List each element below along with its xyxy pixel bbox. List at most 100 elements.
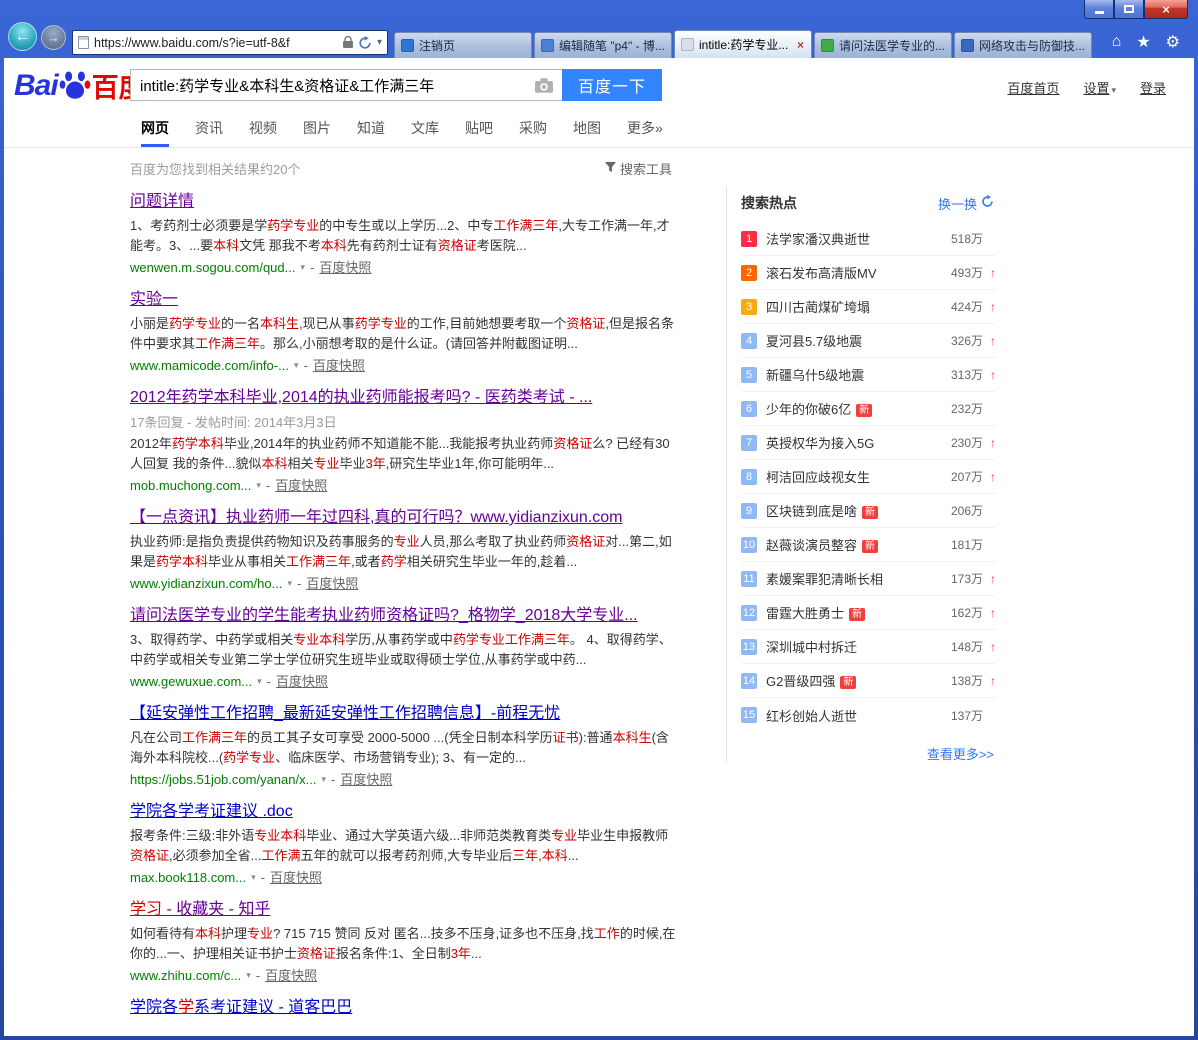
gear-icon[interactable]: ⚙: [1166, 32, 1180, 52]
serp-nav-item[interactable]: 视频: [249, 118, 277, 147]
refresh-icon[interactable]: [358, 35, 372, 50]
hot-search-item[interactable]: 10 赵薇谈演员整容新 181万: [741, 528, 996, 562]
url-dropdown-icon[interactable]: ▾: [256, 477, 261, 494]
forward-arrow-icon: →: [47, 30, 60, 45]
hot-search-label[interactable]: 夏河县5.7级地震: [766, 331, 941, 350]
hot-search-item[interactable]: 3 四川古蔺煤矿垮塌 424万 ↑: [741, 290, 996, 324]
result-title-link[interactable]: 实验一: [130, 289, 676, 310]
forward-button[interactable]: →: [41, 25, 66, 50]
baidu-logo[interactable]: Bai 百度: [14, 66, 146, 105]
hot-search-label[interactable]: G2晋级四强新: [766, 671, 941, 690]
address-bar[interactable]: https://www.baidu.com/s?ie=utf-8&f ▾: [72, 30, 388, 55]
hot-search-item[interactable]: 14 G2晋级四强新 138万 ↑: [741, 664, 996, 698]
snapshot-link[interactable]: 百度快照: [276, 673, 328, 690]
hot-search-count: 326万: [950, 334, 983, 348]
link-baidu-home[interactable]: 百度首页: [1007, 78, 1059, 97]
snapshot-link[interactable]: 百度快照: [265, 967, 317, 984]
view-more-link[interactable]: 查看更多>>: [741, 732, 996, 763]
hot-search-item[interactable]: 7 英授权华为接入5G 230万 ↑: [741, 426, 996, 460]
serp-nav-item[interactable]: 网页: [141, 118, 169, 147]
serp-nav-item[interactable]: 采购: [519, 118, 547, 147]
hot-search-label[interactable]: 区块链到底是啥新: [766, 501, 941, 520]
snapshot-link[interactable]: 百度快照: [340, 771, 392, 788]
url-dropdown-icon[interactable]: ▾: [294, 357, 299, 374]
window-minimize-button[interactable]: [1084, 0, 1114, 19]
header-links: 百度首页 设置 ▾ 登录: [1007, 78, 1166, 97]
address-dropdown-icon[interactable]: ▾: [377, 37, 382, 48]
home-icon[interactable]: ⌂: [1112, 33, 1122, 51]
hot-search-label[interactable]: 四川古蔺煤矿垮塌: [766, 297, 941, 316]
url-dropdown-icon[interactable]: ▾: [246, 967, 251, 984]
hot-refresh-button[interactable]: 换一换: [938, 194, 994, 213]
url-dropdown-icon[interactable]: ▾: [251, 869, 256, 886]
browser-tab[interactable]: 网络攻击与防御技...: [954, 32, 1092, 58]
hot-search-item[interactable]: 5 新疆乌什5级地震 313万 ↑: [741, 358, 996, 392]
result-title-link[interactable]: 【延安弹性工作招聘_最新延安弹性工作招聘信息】-前程无忧: [130, 703, 676, 724]
baidu-header: Bai 百度 intitle:药学专业&本科生&资格证&工作满三年 百度一下 百…: [4, 58, 1194, 112]
hot-search-label[interactable]: 深圳城中村拆迁: [766, 637, 941, 656]
url-dropdown-icon[interactable]: ▾: [287, 575, 292, 592]
search-button[interactable]: 百度一下: [562, 69, 662, 101]
hot-search-title: 搜索热点: [741, 195, 797, 211]
hot-search-item[interactable]: 4 夏河县5.7级地震 326万 ↑: [741, 324, 996, 358]
snapshot-link[interactable]: 百度快照: [270, 869, 322, 886]
result-title-link[interactable]: 请问法医学专业的学生能考执业药师资格证吗?_格物学_2018大学专业...: [130, 605, 676, 626]
tab-close-icon[interactable]: ×: [796, 38, 805, 52]
result-title-link[interactable]: 学院各学系考证建议 - 道客巴巴: [130, 997, 676, 1018]
serp-nav-item[interactable]: 资讯: [195, 118, 223, 147]
hot-search-item[interactable]: 9 区块链到底是啥新 206万: [741, 494, 996, 528]
hot-search-item[interactable]: 12 雷霆大胜勇士新 162万 ↑: [741, 596, 996, 630]
serp-nav-item[interactable]: 知道: [357, 118, 385, 147]
serp-nav-item[interactable]: 图片: [303, 118, 331, 147]
result-title-link[interactable]: 问题详情: [130, 191, 676, 212]
hot-search-item[interactable]: 8 柯洁回应歧视女生 207万 ↑: [741, 460, 996, 494]
search-input[interactable]: [130, 69, 562, 101]
hot-search-label[interactable]: 新疆乌什5级地震: [766, 365, 941, 384]
hot-search-item[interactable]: 13 深圳城中村拆迁 148万 ↑: [741, 630, 996, 664]
hot-search-label[interactable]: 法学家潘汉典逝世: [766, 229, 941, 248]
hot-search-label[interactable]: 柯洁回应歧视女生: [766, 467, 941, 486]
favorites-star-icon[interactable]: ★: [1136, 32, 1150, 52]
back-button[interactable]: ←: [8, 22, 37, 51]
search-tools-button[interactable]: 搜索工具: [604, 159, 672, 178]
hot-search-item[interactable]: 1 法学家潘汉典逝世 518万: [741, 222, 996, 256]
browser-tab[interactable]: intitle:药学专业... ×: [674, 30, 812, 58]
url-dropdown-icon[interactable]: ▾: [300, 259, 305, 276]
hot-search-item[interactable]: 2 滚石发布高清版MV 493万 ↑: [741, 256, 996, 290]
browser-tab[interactable]: 请问法医学专业的...: [814, 32, 952, 58]
window-close-button[interactable]: ×: [1144, 0, 1188, 19]
result-title-link[interactable]: 【一点资讯】执业药师一年过四科,真的可行吗？www.yidianzixun.co…: [130, 507, 676, 528]
hot-search-label[interactable]: 少年的你破6亿新: [766, 399, 941, 418]
serp-nav-item[interactable]: 地图: [573, 118, 601, 147]
link-login[interactable]: 登录: [1140, 78, 1166, 97]
browser-tab[interactable]: 编辑随笔 "p4" - 博...: [534, 32, 672, 58]
snapshot-link[interactable]: 百度快照: [275, 477, 327, 494]
camera-icon[interactable]: [535, 78, 553, 96]
result-url: max.book118.com...: [130, 870, 247, 885]
url-dropdown-icon[interactable]: ▾: [257, 673, 262, 690]
trend-up-icon: ↑: [990, 435, 996, 450]
link-settings[interactable]: 设置 ▾: [1083, 78, 1116, 97]
serp-nav-item[interactable]: 更多»: [627, 118, 663, 147]
serp-nav-item[interactable]: 文库: [411, 118, 439, 147]
browser-tab[interactable]: 注销页: [394, 32, 532, 58]
hot-search-label[interactable]: 滚石发布高清版MV: [766, 263, 941, 282]
hot-search-label[interactable]: 素媛案罪犯清晰长相: [766, 569, 941, 588]
hot-search-label[interactable]: 雷霆大胜勇士新: [766, 603, 941, 622]
snapshot-link[interactable]: 百度快照: [313, 357, 365, 374]
hot-search-item[interactable]: 6 少年的你破6亿新 232万: [741, 392, 996, 426]
hot-search-item[interactable]: 11 素媛案罪犯清晰长相 173万 ↑: [741, 562, 996, 596]
result-title-link[interactable]: 2012年药学本科毕业,2014的执业药师能报考吗? - 医药类考试 - ...: [130, 387, 676, 408]
snapshot-link[interactable]: 百度快照: [319, 259, 371, 276]
result-title-link[interactable]: 学习 - 收藏夹 - 知乎: [130, 899, 676, 920]
result-title-link[interactable]: 学院各学考证建议 .doc: [130, 801, 676, 822]
hot-search-item[interactable]: 15 红杉创始人逝世 137万: [741, 698, 996, 732]
url-dropdown-icon[interactable]: ▾: [321, 771, 326, 788]
url-text[interactable]: https://www.baidu.com/s?ie=utf-8&f: [94, 36, 338, 50]
window-maximize-button[interactable]: [1114, 0, 1144, 19]
snapshot-link[interactable]: 百度快照: [306, 575, 358, 592]
serp-nav-item[interactable]: 贴吧: [465, 118, 493, 147]
hot-search-label[interactable]: 红杉创始人逝世: [766, 706, 941, 725]
hot-search-label[interactable]: 英授权华为接入5G: [766, 433, 941, 452]
hot-search-label[interactable]: 赵薇谈演员整容新: [766, 535, 941, 554]
